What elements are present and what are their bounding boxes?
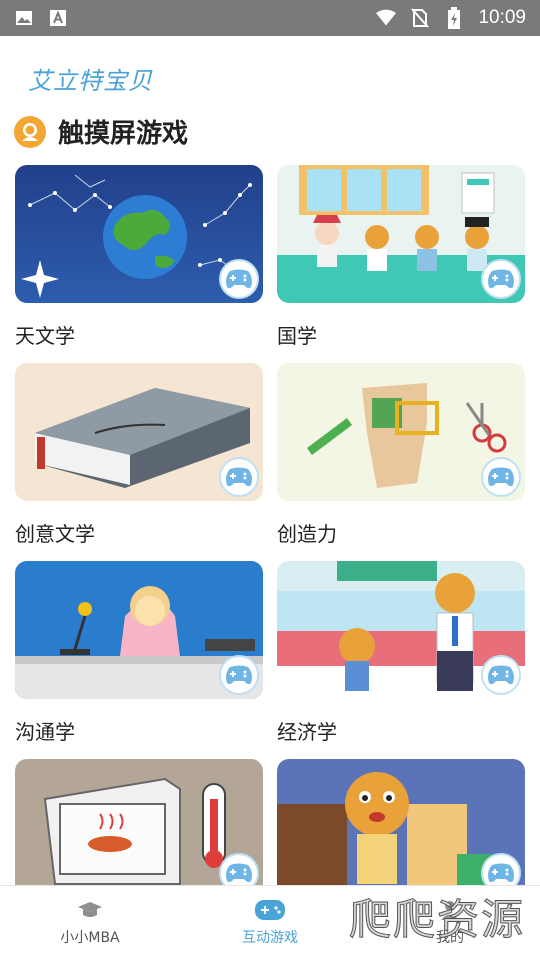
card-economics[interactable]: 经济学	[277, 561, 525, 745]
card-image[interactable]	[277, 363, 525, 501]
card-image[interactable]	[15, 165, 263, 303]
card-label[interactable]: 创造力	[277, 521, 525, 547]
nav-label: 小小MBA	[60, 930, 120, 946]
card-label[interactable]: 天文学	[15, 323, 263, 349]
card-daily-life[interactable]	[277, 759, 525, 897]
card-image[interactable]	[15, 561, 263, 699]
nav-item-games[interactable]: 互动游戏	[180, 886, 360, 960]
game-controller-icon[interactable]	[481, 259, 521, 299]
brand-name: 艾立特宝贝	[28, 66, 153, 95]
card-image[interactable]	[15, 759, 263, 897]
section-title: 触摸屏游戏	[58, 119, 189, 149]
card-image[interactable]	[277, 165, 525, 303]
status-bar: 10:09	[0, 0, 540, 36]
game-controller-icon[interactable]	[219, 457, 259, 497]
game-controller-icon[interactable]	[219, 259, 259, 299]
graduation-cap-icon	[74, 899, 106, 921]
gamepad-icon	[254, 899, 286, 921]
card-label[interactable]: 沟通学	[15, 719, 263, 745]
game-controller-icon[interactable]	[219, 655, 259, 695]
card-creative-literature[interactable]: 创意文学	[15, 363, 263, 547]
card-label[interactable]: 创意文学	[15, 521, 263, 547]
card-chinese-studies[interactable]: 国学	[277, 165, 525, 349]
game-controller-icon[interactable]	[481, 655, 521, 695]
card-label[interactable]: 国学	[277, 323, 525, 349]
card-image[interactable]	[277, 561, 525, 699]
card-astronomy[interactable]: 天文学	[15, 165, 263, 349]
image-icon	[14, 8, 34, 28]
astronaut-icon	[14, 115, 46, 148]
card-communication[interactable]: 沟通学	[15, 561, 263, 745]
card-image[interactable]	[277, 759, 525, 897]
battery-charging-icon	[444, 7, 464, 29]
card-label[interactable]: 经济学	[277, 719, 525, 745]
card-image[interactable]	[15, 363, 263, 501]
font-a-icon	[48, 8, 68, 28]
section-header: 触摸屏游戏	[14, 113, 188, 150]
brand-logo: 艾立特宝贝	[28, 60, 153, 96]
watermark: 爬爬资源	[348, 894, 525, 944]
nav-item-mba[interactable]: 小小MBA	[0, 886, 180, 960]
nav-label: 互动游戏	[242, 930, 298, 946]
wifi-icon	[376, 8, 397, 28]
game-controller-icon[interactable]	[481, 457, 521, 497]
status-time: 10:09	[478, 7, 526, 28]
card-creativity[interactable]: 创造力	[277, 363, 525, 547]
no-sim-icon	[410, 8, 430, 28]
